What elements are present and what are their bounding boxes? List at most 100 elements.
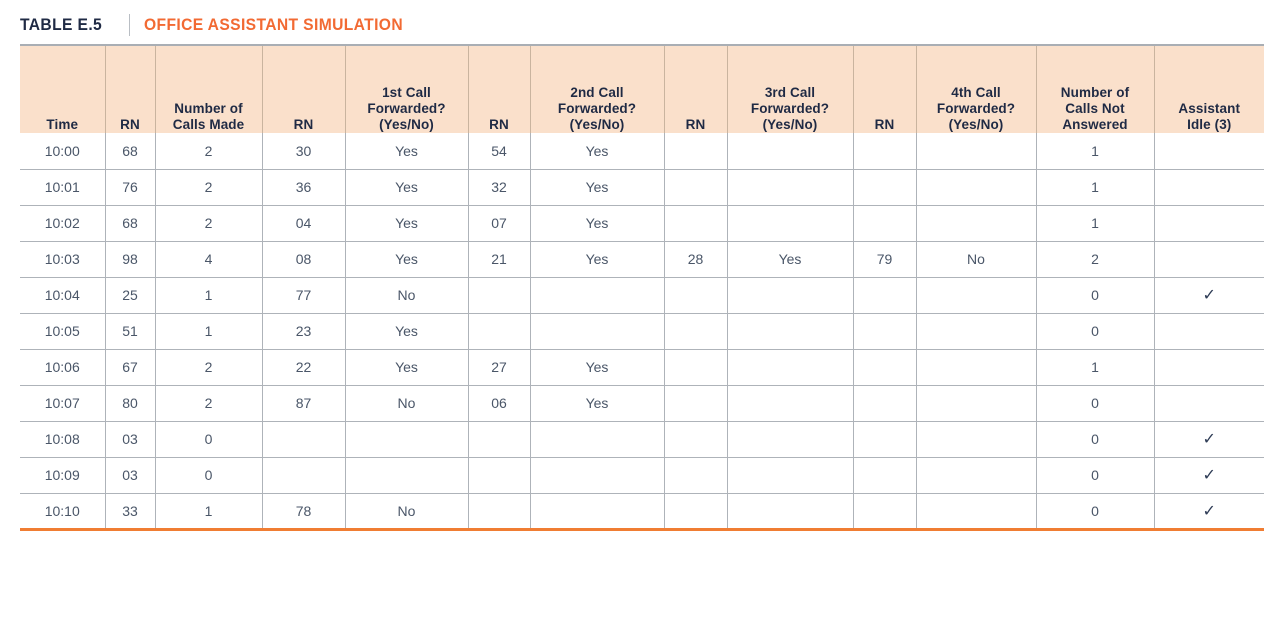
table-caption: TABLE E.5 OFFICE ASSISTANT SIMULATION [0, 10, 1288, 40]
cell-q2: Yes [530, 241, 665, 278]
cell-time: 10:09 [20, 457, 106, 494]
column-header-rn2: RN [262, 45, 346, 133]
cell-rn1: 98 [105, 241, 156, 278]
cell-q2 [530, 421, 665, 458]
cell-rn1: 67 [105, 349, 156, 386]
cell-q4 [916, 133, 1037, 170]
column-header-line: (Yes/No) [948, 117, 1004, 132]
cell-rn5 [853, 277, 917, 314]
cell-rn4 [664, 277, 728, 314]
column-header-q3: 3rd Call Forwarded? (Yes/No) [727, 45, 854, 133]
column-header-line: Answered [1062, 117, 1128, 132]
cell-nans: 0 [1036, 313, 1155, 350]
cell-q2 [530, 493, 665, 531]
cell-rn2: 36 [262, 169, 346, 206]
table-row: 10:06 67 2 22 Yes 27 Yes 1 [20, 349, 1264, 386]
cell-rn4 [664, 205, 728, 242]
cell-idle [1154, 349, 1264, 386]
table-row: 10:03 98 4 08 Yes 21 Yes 28 Yes 79 No 2 [20, 241, 1264, 278]
cell-rn5 [853, 133, 917, 170]
column-header-line: Number of [174, 101, 243, 116]
cell-idle [1154, 205, 1264, 242]
cell-rn4 [664, 493, 728, 531]
cell-q2: Yes [530, 133, 665, 170]
column-header-line: RN [120, 117, 140, 132]
cell-rn2: 23 [262, 313, 346, 350]
column-header-line: Calls Made [172, 117, 245, 132]
cell-rn4 [664, 385, 728, 422]
cell-q1: Yes [345, 349, 469, 386]
cell-rn3 [468, 277, 531, 314]
cell-q4 [916, 169, 1037, 206]
cell-rn4 [664, 421, 728, 458]
column-header-line: Idle (3) [1187, 117, 1232, 132]
cell-made: 0 [155, 421, 263, 458]
cell-q1: Yes [345, 241, 469, 278]
column-header-line: (Yes/No) [569, 117, 625, 132]
cell-time: 10:04 [20, 277, 106, 314]
column-header-nans: Number of Calls Not Answered [1036, 45, 1155, 133]
cell-q4 [916, 385, 1037, 422]
cell-q1 [345, 457, 469, 494]
table-row: 10:00 68 2 30 Yes 54 Yes 1 [20, 133, 1264, 170]
cell-q4 [916, 313, 1037, 350]
column-header-line: 1st Call [382, 85, 431, 100]
column-header-rn5: RN [853, 45, 917, 133]
cell-nans: 1 [1036, 133, 1155, 170]
cell-time: 10:10 [20, 493, 106, 531]
cell-q4 [916, 421, 1037, 458]
cell-made: 1 [155, 277, 263, 314]
cell-nans: 0 [1036, 385, 1155, 422]
cell-rn2 [262, 457, 346, 494]
cell-nans: 0 [1036, 277, 1155, 314]
cell-rn3: 21 [468, 241, 531, 278]
cell-q3 [727, 205, 854, 242]
cell-q2 [530, 457, 665, 494]
cell-nans: 1 [1036, 349, 1155, 386]
cell-rn2: 22 [262, 349, 346, 386]
column-header-rn3: RN [468, 45, 531, 133]
cell-idle [1154, 169, 1264, 206]
table-row: 10:08 03 0 0 ✓ [20, 421, 1264, 458]
table-page: TABLE E.5 OFFICE ASSISTANT SIMULATION Ti… [0, 10, 1288, 628]
office-assistant-simulation-table: Time RN Number of Calls Made RN 1st Call Forwa… [20, 44, 1264, 531]
cell-q1: No [345, 385, 469, 422]
cell-rn2: 77 [262, 277, 346, 314]
cell-q3 [727, 277, 854, 314]
table-row: 10:04 25 1 77 No 0 ✓ [20, 277, 1264, 314]
cell-rn5 [853, 385, 917, 422]
cell-idle: ✓ [1154, 421, 1264, 458]
column-header-rn1: RN [105, 45, 156, 133]
cell-idle [1154, 133, 1264, 170]
column-header-line: Forwarded? [936, 101, 1016, 116]
cell-rn5 [853, 313, 917, 350]
cell-idle [1154, 313, 1264, 350]
cell-rn5 [853, 493, 917, 531]
cell-time: 10:08 [20, 421, 106, 458]
cell-idle: ✓ [1154, 457, 1264, 494]
cell-q2 [530, 313, 665, 350]
cell-time: 10:03 [20, 241, 106, 278]
cell-rn3: 32 [468, 169, 531, 206]
cell-made: 2 [155, 205, 263, 242]
cell-rn2: 78 [262, 493, 346, 531]
cell-q3: Yes [727, 241, 854, 278]
cell-nans: 2 [1036, 241, 1155, 278]
caption-divider [129, 14, 131, 36]
column-header-line: Forwarded? [367, 101, 446, 116]
cell-made: 2 [155, 169, 263, 206]
cell-nans: 1 [1036, 205, 1155, 242]
cell-rn2: 87 [262, 385, 346, 422]
cell-rn3 [468, 457, 531, 494]
column-header-q2: 2nd Call Forwarded? (Yes/No) [530, 45, 665, 133]
cell-made: 0 [155, 457, 263, 494]
cell-rn5: 79 [853, 241, 917, 278]
table-container: Time RN Number of Calls Made RN 1st Call Forwa… [20, 44, 1264, 531]
table-row: 10:02 68 2 04 Yes 07 Yes 1 [20, 205, 1264, 242]
cell-q4 [916, 493, 1037, 531]
cell-made: 4 [155, 241, 263, 278]
column-header-idle: Assistant Idle (3) [1154, 45, 1264, 133]
cell-rn2: 30 [262, 133, 346, 170]
cell-rn3: 06 [468, 385, 531, 422]
cell-rn4 [664, 349, 728, 386]
